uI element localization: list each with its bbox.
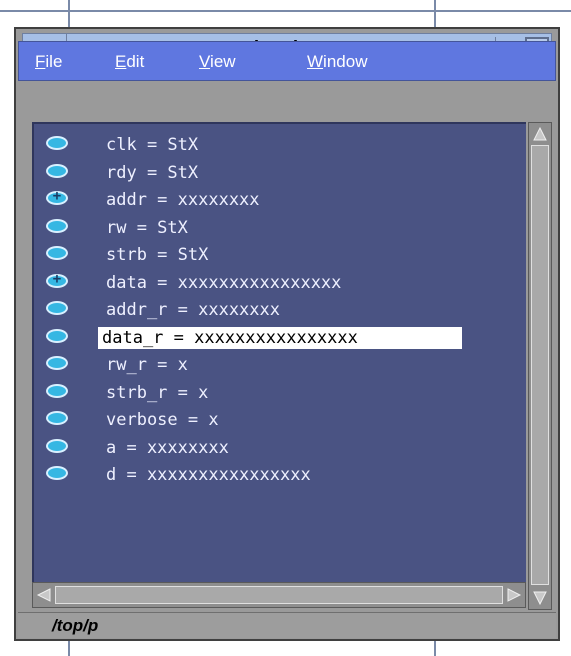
signal-row[interactable]: clk = StX [34, 132, 528, 156]
menu-file[interactable]: File [35, 42, 62, 82]
menu-mnemonic: V [199, 52, 211, 71]
menu-bar: File Edit View Window [18, 41, 556, 81]
menu-label-rest: iew [210, 52, 236, 71]
signal-label: data_r = xxxxxxxxxxxxxxxx [98, 326, 462, 349]
menu-label-rest: indow [323, 52, 368, 71]
signal-row[interactable]: a = xxxxxxxx [34, 435, 528, 459]
backdrop-line [68, 0, 70, 30]
horizontal-scroll-thumb[interactable] [55, 586, 503, 604]
current-scope-path: /top/p [52, 616, 99, 635]
signal-row[interactable]: data_r = xxxxxxxxxxxxxxxx [34, 325, 528, 349]
backdrop-line [68, 640, 70, 656]
menu-label-rest: dit [126, 52, 145, 71]
signal-icon [46, 466, 68, 480]
menu-view[interactable]: View [199, 42, 236, 82]
signal-label: addr_r = xxxxxxxx [106, 300, 280, 320]
backdrop-line [434, 640, 436, 656]
signal-label: rdy = StX [106, 162, 199, 183]
scroll-down-arrow-icon[interactable] [531, 589, 549, 607]
signal-row[interactable]: data = xxxxxxxxxxxxxxxx [34, 270, 528, 294]
signal-row[interactable]: addr = xxxxxxxx [34, 187, 528, 211]
signal-label: verbose = x [106, 410, 219, 430]
signal-label: a = xxxxxxxx [106, 437, 229, 458]
expand-signal-icon[interactable] [46, 188, 68, 205]
menu-window[interactable]: Window [307, 42, 367, 82]
signal-label: clk = StX [106, 135, 199, 155]
signal-label: strb_r = x [106, 382, 209, 403]
menu-mnemonic: W [307, 52, 324, 71]
vertical-scroll-thumb[interactable] [531, 145, 549, 585]
signal-label: d = xxxxxxxxxxxxxxxx [106, 465, 311, 485]
signal-label: data = xxxxxxxxxxxxxxxx [106, 272, 342, 293]
signal-icon [46, 246, 68, 260]
signal-row[interactable]: rw_r = x [34, 352, 528, 376]
menu-edit[interactable]: Edit [115, 42, 144, 82]
menu-label-rest: ile [45, 52, 63, 71]
expand-signal-icon[interactable] [46, 271, 68, 288]
signal-icon [46, 301, 68, 315]
menu-mnemonic: E [115, 52, 127, 71]
signal-label: rw = StX [106, 217, 188, 238]
menu-mnemonic: F [35, 52, 46, 71]
signal-icon [46, 356, 68, 370]
signal-row[interactable]: addr_r = xxxxxxxx [34, 297, 528, 321]
signal-icon [46, 383, 68, 398]
signal-icon [46, 136, 68, 150]
signal-icon [46, 411, 68, 425]
signal-list[interactable]: clk = StX rdy = StX addr = xxxxxxxx rw = St… [32, 122, 526, 582]
vertical-scrollbar[interactable] [528, 122, 552, 610]
scroll-right-arrow-icon[interactable] [505, 586, 523, 604]
signal-icon [46, 328, 68, 343]
signal-row[interactable]: rdy = StX [34, 160, 528, 184]
signal-icon [46, 163, 68, 178]
signal-label: strb = StX [106, 245, 209, 265]
status-bar: /top/p [18, 612, 556, 638]
signal-icon [46, 438, 68, 453]
signal-row[interactable]: rw = StX [34, 215, 528, 239]
signal-row[interactable]: strb = StX [34, 242, 528, 266]
signal-label: rw_r = x [106, 355, 188, 375]
signal-row[interactable]: d = xxxxxxxxxxxxxxxx [34, 462, 528, 486]
scroll-up-arrow-icon[interactable] [531, 125, 549, 143]
signal-row[interactable]: strb_r = x [34, 380, 528, 404]
signal-label: addr = xxxxxxxx [106, 190, 260, 210]
backdrop-line [0, 10, 571, 12]
signal-icon [46, 218, 68, 233]
horizontal-scrollbar[interactable] [32, 582, 526, 608]
backdrop-line [434, 0, 436, 30]
scroll-left-arrow-icon[interactable] [35, 586, 53, 604]
signal-row[interactable]: verbose = x [34, 407, 528, 431]
